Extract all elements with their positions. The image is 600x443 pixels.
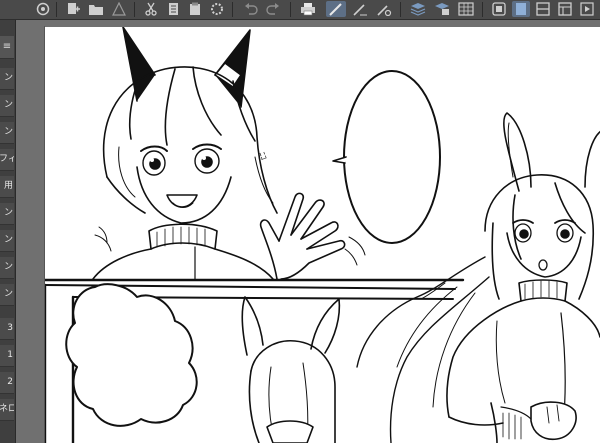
ruler-icon[interactable] <box>456 1 476 17</box>
redo-icon[interactable] <box>264 1 282 17</box>
print-icon[interactable] <box>298 1 318 17</box>
loading-spinner-icon[interactable] <box>208 1 226 17</box>
copy-icon[interactable] <box>164 1 182 17</box>
undo-icon[interactable] <box>242 1 260 17</box>
play-icon[interactable] <box>578 1 596 17</box>
sound-effect-text: ﾆｺ <box>257 151 268 162</box>
left-tool-panel: ≡ ン ン ン フィ 用 ン ン ン ン 3 1 2 ネロ <box>0 20 16 443</box>
paste-icon[interactable] <box>186 1 204 17</box>
cut-icon[interactable] <box>142 1 160 17</box>
tool-item[interactable]: フィ <box>0 149 14 171</box>
open-folder-icon[interactable] <box>86 1 106 17</box>
menu-icon: ≡ <box>2 41 12 52</box>
toolbar-separator <box>134 2 135 17</box>
tool-item[interactable]: 1 <box>0 345 14 367</box>
transform-icon[interactable] <box>432 1 452 17</box>
tool-item[interactable]: ン <box>0 122 14 144</box>
tool-item[interactable]: ン <box>0 95 14 117</box>
tool-item[interactable]: 3 <box>0 318 14 340</box>
tool-item[interactable]: 用 <box>0 176 14 198</box>
panel-menu-button[interactable]: ≡ <box>0 36 14 59</box>
toolbar-separator <box>290 2 291 17</box>
layer-icon[interactable] <box>408 1 428 17</box>
warning-icon[interactable] <box>110 1 128 17</box>
app-logo-icon[interactable] <box>34 1 52 17</box>
pen-tool-icon[interactable] <box>326 1 346 17</box>
frame-icon[interactable] <box>556 1 574 17</box>
toolbar-separator <box>482 2 483 17</box>
brush-tool-icon[interactable] <box>350 1 370 17</box>
tool-item[interactable]: ン <box>0 68 14 90</box>
tool-item[interactable]: ネロ <box>0 399 14 421</box>
toolbar-separator <box>232 2 233 17</box>
top-toolbar <box>0 0 600 20</box>
tool-item[interactable]: ン <box>0 284 14 306</box>
tool-item[interactable]: ン <box>0 230 14 252</box>
toolbar-separator <box>400 2 401 17</box>
tool-item[interactable]: ン <box>0 203 14 225</box>
manga-artwork: ﾆｺ <box>45 27 600 443</box>
manga-page-canvas[interactable]: ﾆｺ <box>45 27 600 443</box>
grid-icon[interactable] <box>490 1 508 17</box>
new-file-icon[interactable] <box>64 1 82 17</box>
toolbar-separator <box>56 2 57 17</box>
view-mode-icon[interactable] <box>534 1 552 17</box>
panel-icon[interactable] <box>512 1 530 17</box>
tool-item[interactable]: ン <box>0 257 14 279</box>
tool-item[interactable]: 2 <box>0 372 14 394</box>
select-tool-icon[interactable] <box>374 1 394 17</box>
